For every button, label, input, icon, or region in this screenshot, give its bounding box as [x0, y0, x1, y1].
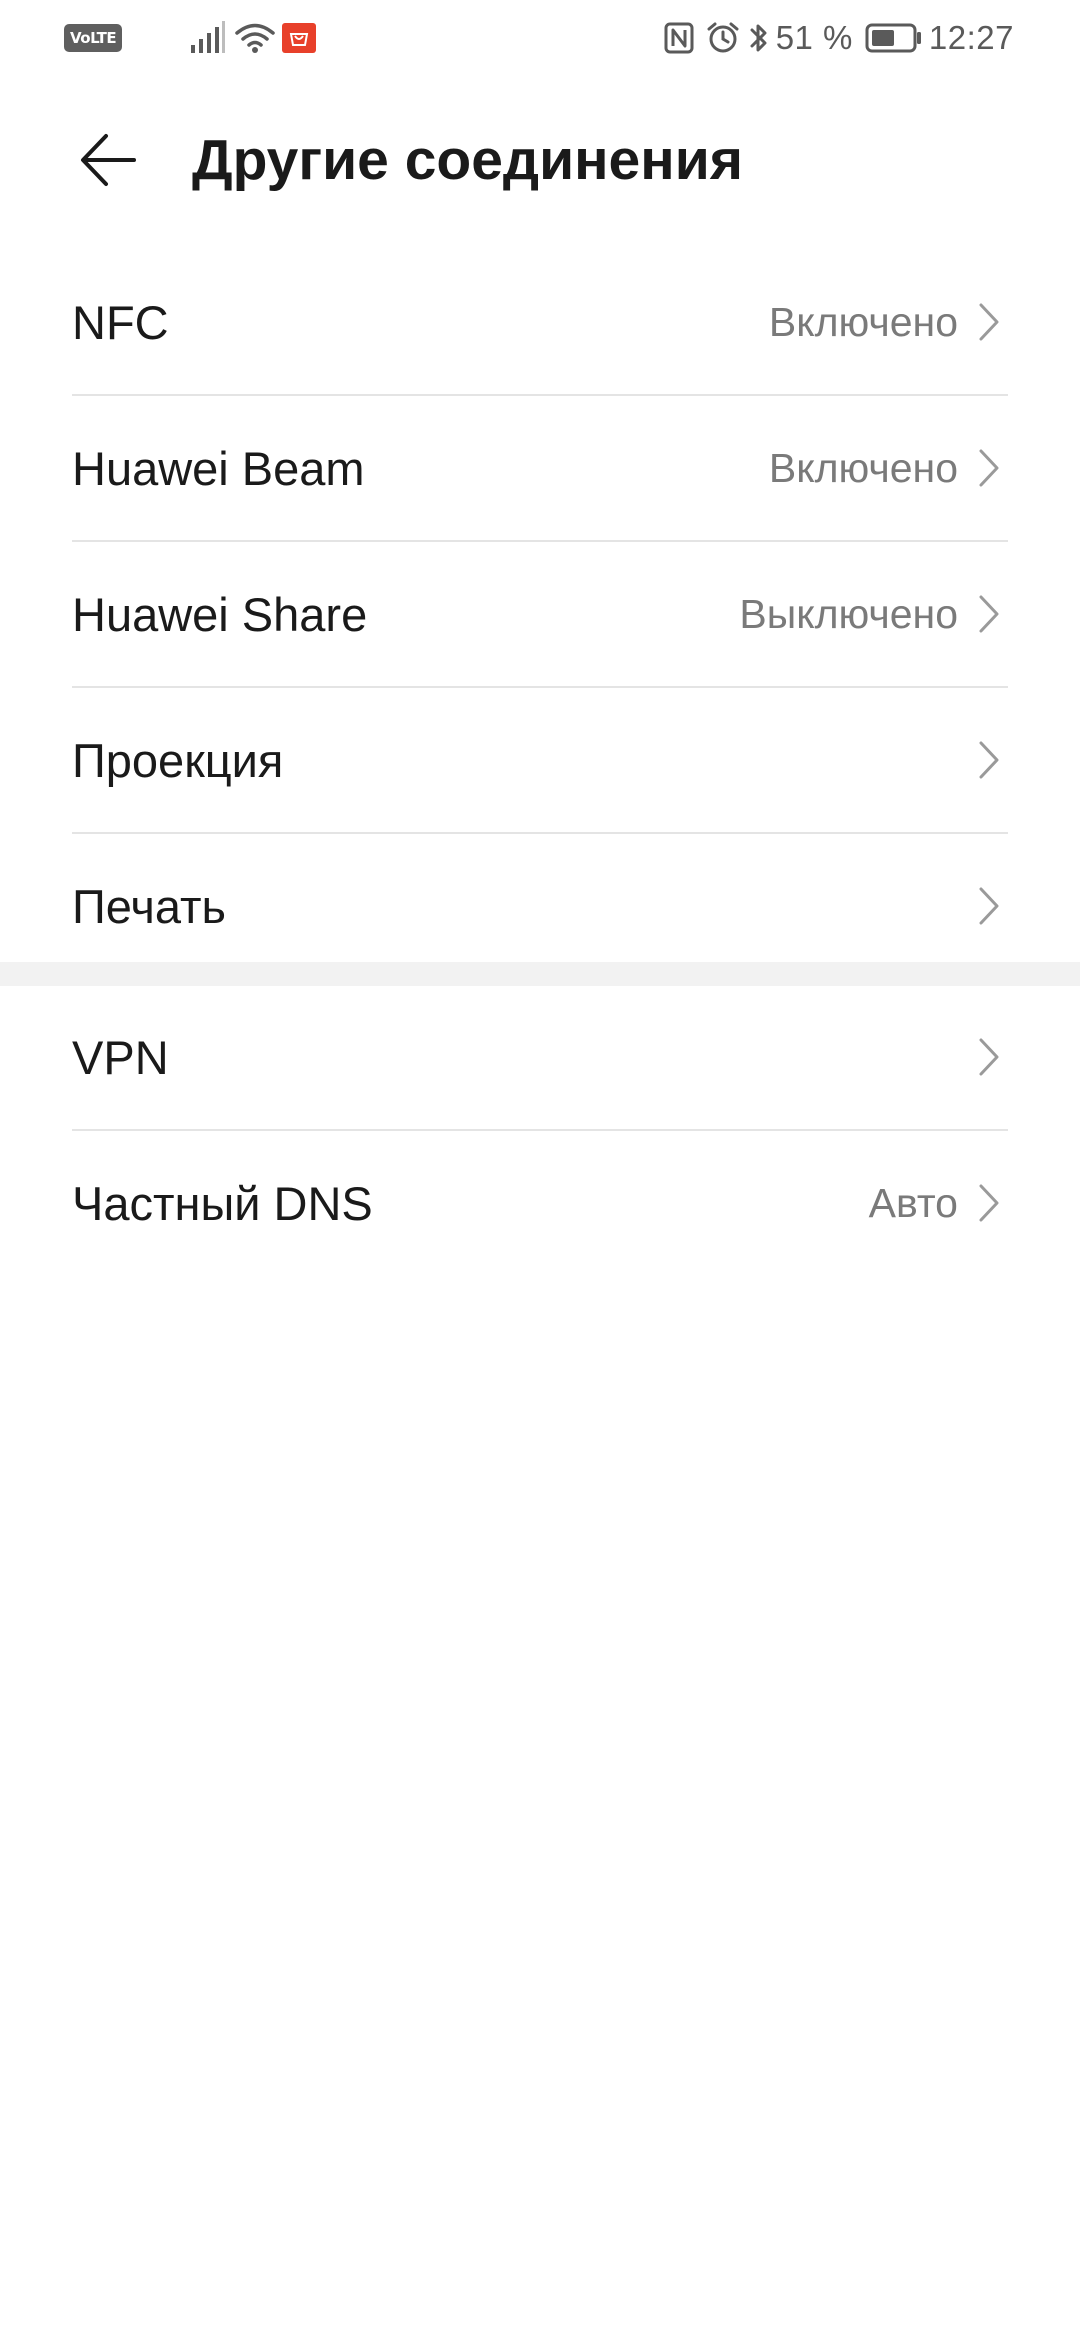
- volte-icon: VoLTE: [64, 24, 123, 52]
- row-value: Включено: [768, 444, 958, 491]
- clock: 12:27: [928, 19, 1014, 56]
- section-divider: [0, 962, 1080, 986]
- chevron-right-icon: [976, 446, 1002, 490]
- settings-group-connections: NFC Включено Huawei Beam Включено Huawei…: [0, 250, 1080, 978]
- settings-row-huawei-share[interactable]: Huawei Share Выключено: [72, 540, 1008, 686]
- row-label: Проекция: [72, 733, 284, 787]
- settings-group-network: VPN Частный DNS Авто: [0, 985, 1080, 1275]
- settings-row-vpn[interactable]: VPN: [72, 985, 1008, 1129]
- settings-row-nfc[interactable]: NFC Включено: [72, 250, 1008, 394]
- status-bar: VoLTE 51 % 12:27: [0, 0, 1080, 76]
- row-label: Huawei Share: [72, 587, 368, 641]
- battery-icon: [865, 23, 921, 53]
- app-bar: Другие соединения: [0, 110, 1080, 210]
- settings-row-private-dns[interactable]: Частный DNS Авто: [72, 1129, 1008, 1275]
- arrow-left-icon: [81, 134, 136, 186]
- shopping-app-icon: [282, 23, 317, 53]
- row-label: NFC: [72, 295, 169, 349]
- cellular-signal-icon: [191, 21, 226, 53]
- chevron-right-icon: [976, 300, 1002, 344]
- settings-row-printing[interactable]: Печать: [72, 832, 1008, 978]
- bluetooth-icon: [750, 24, 767, 52]
- row-value: Включено: [768, 298, 958, 345]
- nfc-icon: [664, 22, 694, 54]
- chevron-right-icon: [976, 1181, 1002, 1225]
- shopping-bag-icon: [289, 33, 309, 46]
- row-value: Авто: [868, 1179, 958, 1226]
- alarm-clock-icon: [707, 22, 739, 53]
- settings-row-projection[interactable]: Проекция: [72, 686, 1008, 832]
- row-label: Печать: [72, 879, 226, 933]
- chevron-right-icon: [976, 738, 1002, 782]
- row-label: Частный DNS: [72, 1176, 373, 1230]
- wifi-icon: [235, 23, 275, 53]
- row-label: Huawei Beam: [72, 441, 365, 495]
- chevron-right-icon: [976, 592, 1002, 636]
- battery-percent: 51 %: [775, 19, 853, 56]
- status-bar-right: 51 % 12:27: [664, 18, 1014, 58]
- row-value: Выключено: [739, 590, 958, 637]
- chevron-right-icon: [976, 884, 1002, 928]
- page-title: Другие соединения: [192, 128, 743, 192]
- chevron-right-icon: [976, 1035, 1002, 1079]
- back-button[interactable]: [74, 126, 142, 194]
- row-label: VPN: [72, 1030, 169, 1084]
- status-bar-left: VoLTE: [64, 18, 317, 58]
- settings-row-huawei-beam[interactable]: Huawei Beam Включено: [72, 394, 1008, 540]
